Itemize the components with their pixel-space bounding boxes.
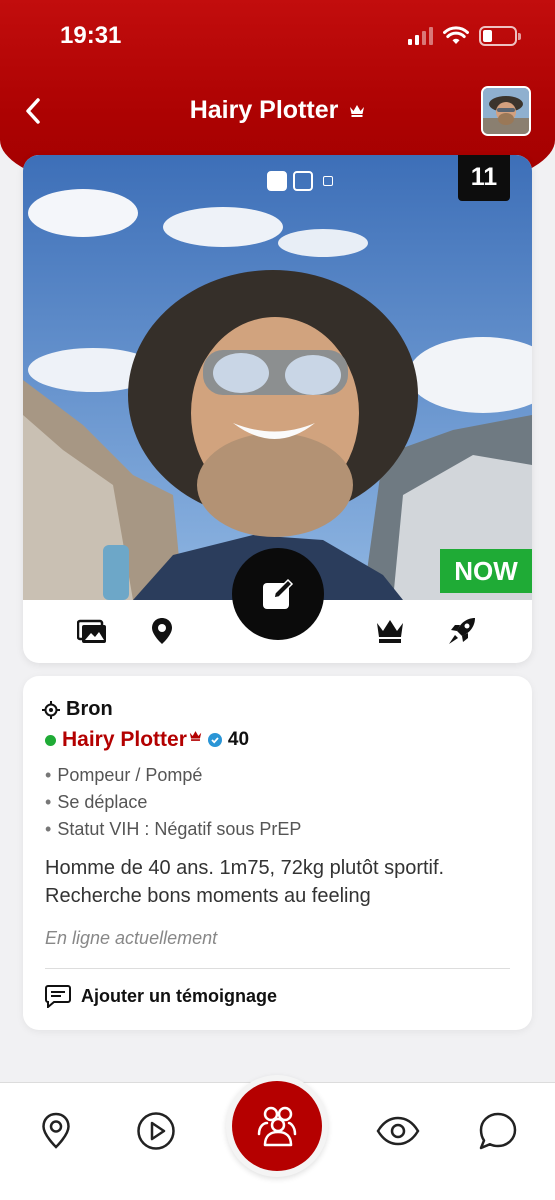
description-line: Homme de 40 ans. 1m75, 72kg plutôt sport… <box>45 857 445 879</box>
chat-icon <box>479 1112 517 1150</box>
photo-dot-3[interactable] <box>323 176 333 186</box>
boost-button[interactable] <box>445 614 479 648</box>
add-testimony-label: Ajouter un témoignage <box>81 985 278 1006</box>
rocket-icon <box>449 618 475 644</box>
photo-dot-2[interactable] <box>293 171 313 191</box>
crown-icon <box>377 620 403 643</box>
status-bar: 19:31 <box>0 0 555 72</box>
system-icons <box>408 26 521 46</box>
profile-info-card: Bron Hairy Plotter 40 Pompeur / Pompé Se… <box>23 676 532 1030</box>
city-label: Bron <box>66 698 113 720</box>
status-time: 19:31 <box>60 22 122 49</box>
profile-description: Homme de 40 ans. 1m75, 72kg plutôt sport… <box>45 854 505 910</box>
profile-tags: Pompeur / Pompé Se déplace Statut VIH : … <box>45 762 301 843</box>
bottom-tab-bar <box>0 1075 555 1200</box>
edit-icon <box>263 578 294 609</box>
play-icon <box>137 1112 175 1150</box>
now-badge: NOW <box>440 549 532 593</box>
description-line: Recherche bons moments au feeling <box>45 885 371 907</box>
tab-visitors[interactable] <box>376 1109 420 1153</box>
photo-dot-1[interactable] <box>267 171 287 191</box>
tab-messages[interactable] <box>476 1109 520 1153</box>
verified-icon <box>207 733 222 747</box>
premium-button[interactable] <box>373 614 407 648</box>
crown-icon <box>350 105 365 118</box>
navbar: Hairy Plotter <box>0 84 555 140</box>
tab-map[interactable] <box>34 1109 78 1153</box>
profile-age: 40 <box>227 729 250 750</box>
battery-icon <box>479 26 521 46</box>
people-icon <box>257 1106 297 1147</box>
photos-button[interactable] <box>75 614 109 648</box>
profile-tag: Statut VIH : Négatif sous PrEP <box>45 816 301 843</box>
page-title: Hairy Plotter <box>189 96 339 124</box>
photos-icon <box>77 619 106 643</box>
online-status-text: En ligne actuellement <box>45 928 218 948</box>
profile-photo[interactable] <box>23 155 532 600</box>
location-button[interactable] <box>145 614 179 648</box>
tab-videos[interactable] <box>134 1109 178 1153</box>
profile-name: Hairy Plotter <box>62 728 187 751</box>
photo-pagination <box>267 171 333 191</box>
map-pin-icon <box>42 1112 70 1149</box>
wifi-icon <box>443 26 469 44</box>
add-testimony-button[interactable]: Ajouter un témoignage <box>45 984 277 1008</box>
profile-tag: Pompeur / Pompé <box>45 762 301 789</box>
photo-count-badge: 11 <box>458 155 510 201</box>
eye-icon <box>376 1116 420 1146</box>
location-pin-icon <box>152 618 172 644</box>
name-row: Hairy Plotter 40 <box>45 728 249 752</box>
page-title-container: Hairy Plotter <box>0 96 555 125</box>
tab-people[interactable] <box>232 1081 322 1171</box>
edit-profile-button[interactable] <box>232 548 324 640</box>
avatar[interactable] <box>481 86 531 136</box>
divider <box>45 968 510 969</box>
crown-icon <box>189 731 202 741</box>
signal-icon <box>408 27 433 45</box>
crosshair-icon <box>42 700 60 719</box>
comment-icon <box>45 985 71 1008</box>
location-row: Bron <box>42 698 113 721</box>
online-status-dot <box>45 734 56 746</box>
profile-tag: Se déplace <box>45 789 301 816</box>
